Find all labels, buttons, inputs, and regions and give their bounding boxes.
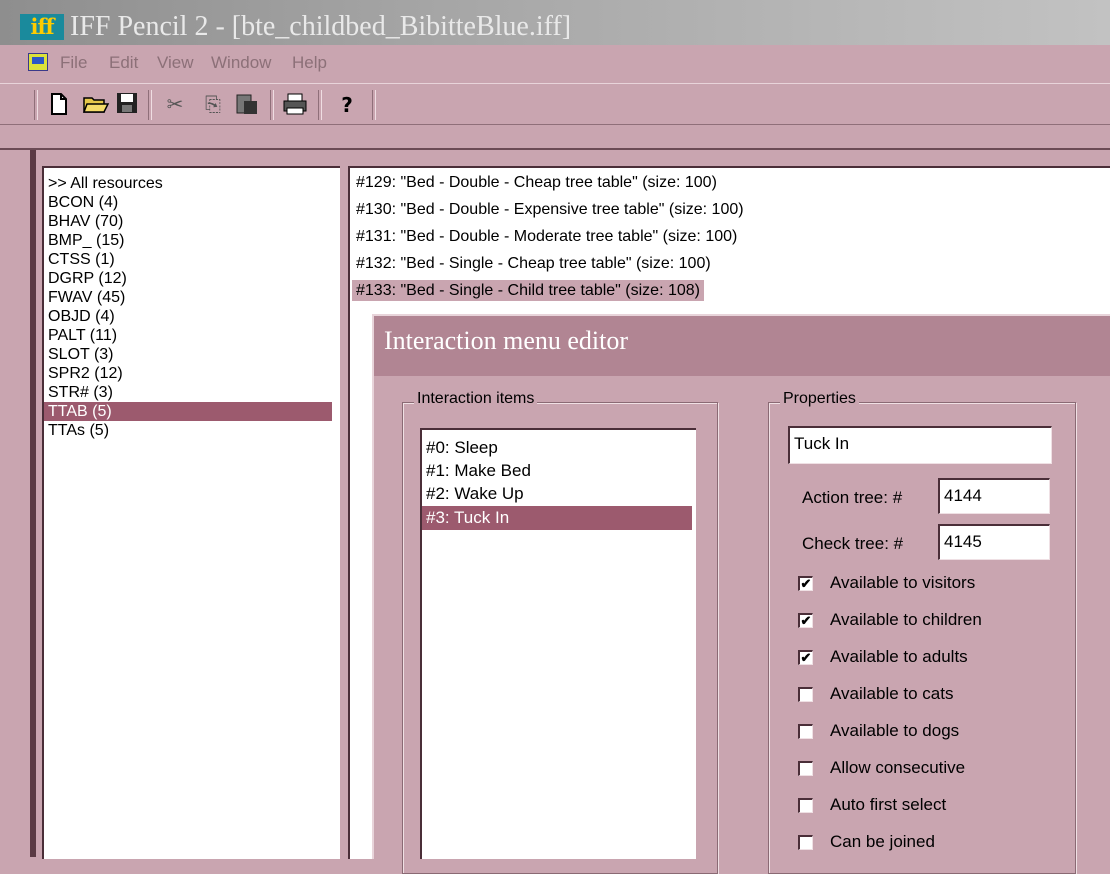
interaction-items-list[interactable]: #0: Sleep #1: Make Bed #2: Wake Up #3: T… [420,428,696,859]
resource-item[interactable]: >> All resources [48,174,163,193]
properties-label: Properties [780,390,859,408]
window-title: IFF Pencil 2 - [bte_childbed_BibitteBlue… [70,11,572,42]
check-tree-field[interactable]: 4145 [938,524,1050,560]
resource-item[interactable]: SLOT (3) [48,345,114,364]
checkbox-label: Available to cats [830,684,954,703]
interaction-item[interactable]: #1: Make Bed [426,459,531,483]
resource-item-selected[interactable]: TTAB (5) [44,402,332,421]
interaction-items-label: Interaction items [414,390,538,408]
mdi-border [30,150,36,857]
resource-list[interactable]: >> All resources BCON (4) BHAV (70) BMP_… [42,166,340,859]
help-icon[interactable]: ? [334,92,360,118]
client-border [0,148,1110,150]
paste-icon[interactable] [234,92,260,118]
checkbox-label: Available to adults [830,647,968,666]
menu-edit[interactable]: Edit [109,53,138,73]
resource-item[interactable]: OBJD (4) [48,307,115,326]
checkbox-can-be-joined[interactable] [798,835,813,850]
toolbar-separator [372,90,376,120]
table-item-selected[interactable]: #133: "Bed - Single - Child tree table" … [352,280,704,301]
interaction-item[interactable]: #2: Wake Up [426,482,524,506]
resource-item[interactable]: PALT (11) [48,326,117,345]
checkbox-consecutive[interactable] [798,761,813,776]
interaction-name-field[interactable]: Tuck In [788,426,1052,464]
resource-item[interactable]: DGRP (12) [48,269,127,288]
resource-item[interactable]: BCON (4) [48,193,118,212]
checkbox-auto-first-select[interactable] [798,798,813,813]
checkbox-children[interactable]: ✔ [798,613,813,628]
resource-item[interactable]: FWAV (45) [48,288,125,307]
resource-item[interactable]: BHAV (70) [48,212,123,231]
checkbox-label: Available to visitors [830,573,976,592]
menu-view[interactable]: View [157,53,194,73]
checkbox-adults[interactable]: ✔ [798,650,813,665]
checkbox-label: Allow consecutive [830,758,966,777]
interaction-item[interactable]: #0: Sleep [426,436,498,460]
table-item[interactable]: #131: "Bed - Double - Moderate tree tabl… [356,226,737,247]
checkbox-label: Available to children [830,610,982,629]
table-item[interactable]: #132: "Bed - Single - Cheap tree table" … [356,253,711,274]
checkbox-cats[interactable] [798,687,813,702]
resource-item[interactable]: TTAs (5) [48,421,109,440]
menu-file[interactable]: File [60,53,87,73]
table-item[interactable]: #130: "Bed - Double - Expensive tree tab… [356,199,744,220]
menu-window[interactable]: Window [211,53,271,73]
resource-item[interactable]: SPR2 (12) [48,364,123,383]
save-icon[interactable] [114,92,140,118]
checkbox-label: Available to dogs [830,721,960,740]
menu-help[interactable]: Help [292,53,327,73]
app-icon[interactable]: iff [20,14,64,40]
checkbox-label: Auto first select [830,795,947,814]
resource-item[interactable]: CTSS (1) [48,250,115,269]
toolbar-separator [148,90,152,120]
open-folder-icon[interactable] [82,92,110,118]
resource-item[interactable]: BMP_ (15) [48,231,124,250]
checkbox-label: Can be joined [830,832,935,851]
toolbar-grip [34,90,38,120]
table-item[interactable]: #129: "Bed - Double - Cheap tree table" … [356,172,717,193]
interaction-item-selected[interactable]: #3: Tuck In [422,506,692,530]
cut-icon[interactable]: ✂ [162,92,188,118]
check-tree-label: Check tree: # [802,534,904,553]
toolbar-separator [318,90,322,120]
checkbox-dogs[interactable] [798,724,813,739]
copy-icon[interactable]: ⎘ [200,92,226,118]
editor-title: Interaction menu editor [384,326,629,355]
resource-item[interactable]: STR# (3) [48,383,113,402]
new-file-icon[interactable] [46,92,72,118]
action-tree-label: Action tree: # [802,488,903,507]
action-tree-field[interactable]: 4144 [938,478,1050,514]
checkbox-visitors[interactable]: ✔ [798,576,813,591]
toolbar-separator [270,90,274,120]
print-icon[interactable] [282,92,308,118]
document-menu-icon[interactable] [28,53,48,71]
